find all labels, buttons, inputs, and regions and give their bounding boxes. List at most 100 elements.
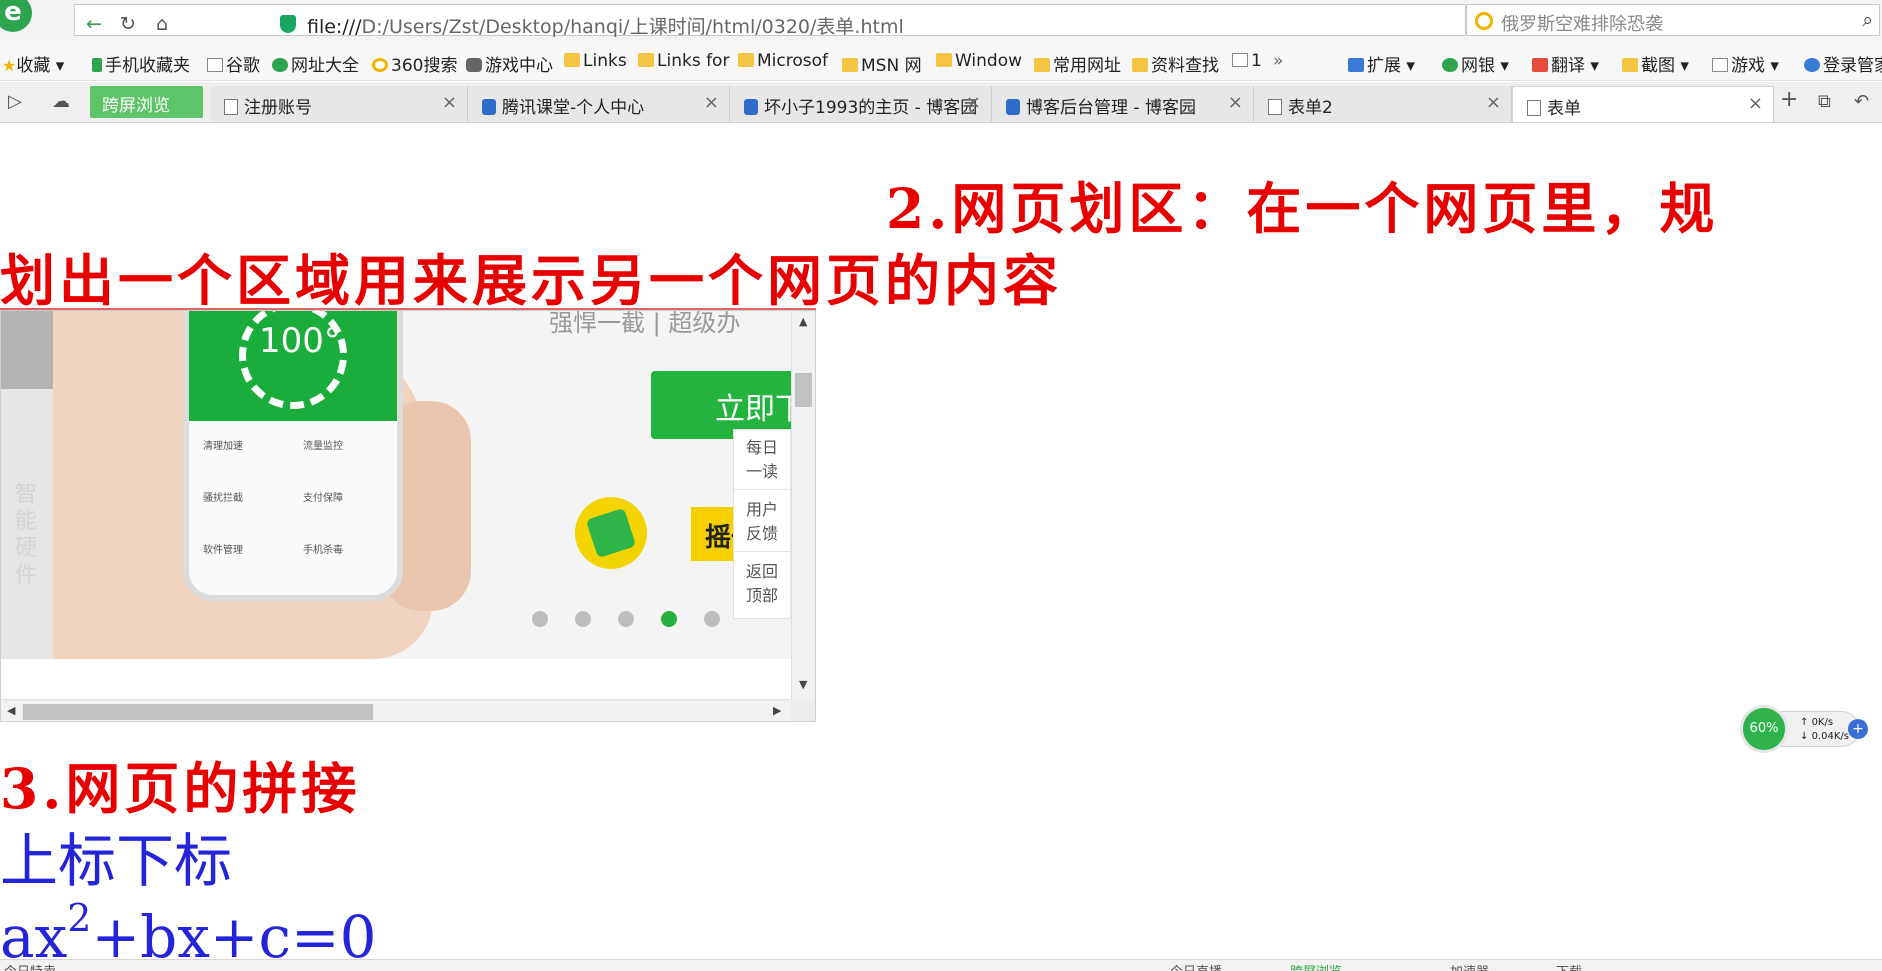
phone-mockup: 100° 清理加速 流量监控 骚扰拦截 支付保障 软件管理 手机杀毒 <box>183 311 403 601</box>
tab-strip: ▷ ☁ 跨屏浏览 注册账号 × 腾讯课堂-个人中心 × 坏小子1993的主页 - 博… <box>0 82 1882 123</box>
undo-close-icon[interactable]: ↶ <box>1854 91 1869 112</box>
bookmark-game-center[interactable]: 游戏中心 <box>466 51 553 76</box>
star-icon: ★ <box>2 56 17 75</box>
browser-logo-icon[interactable]: e <box>0 0 32 32</box>
tab-tencent-classroom[interactable]: 腾讯课堂-个人中心 × <box>468 86 730 122</box>
bookmark-games[interactable]: 游戏 ▾ <box>1712 51 1779 76</box>
bookmark-1[interactable]: 1 <box>1232 51 1262 71</box>
net-speed-widget[interactable]: 60% ↑ 0K/s ↓ 0.04K/s + <box>1740 705 1868 757</box>
close-icon[interactable]: × <box>966 92 981 113</box>
heading-splicing: 3.网页的拼接 <box>0 756 361 821</box>
status-live-link[interactable]: 今日直播 <box>1170 961 1222 971</box>
page-icon <box>1268 99 1282 115</box>
globe-icon <box>272 58 288 72</box>
restore-tabs-icon[interactable]: ⧉ <box>1818 91 1831 112</box>
cnblogs-icon <box>744 99 758 115</box>
promo-tagline: 强悍一截 | 超级办 <box>549 311 741 337</box>
bookmark-mobile[interactable]: 手机收藏夹 <box>92 51 190 76</box>
extension-icon <box>1348 58 1364 72</box>
folder-icon <box>638 53 654 67</box>
phone-feature-item: 支付保障 <box>303 493 343 504</box>
more-bookmarks-icon[interactable]: » <box>1273 51 1283 71</box>
vertical-scroll-thumb[interactable] <box>795 373 812 407</box>
home-icon[interactable]: ⌂ <box>149 11 175 37</box>
folder-icon <box>1132 58 1148 72</box>
status-accelerator-link[interactable]: 加速器 <box>1450 961 1489 971</box>
carousel-dot[interactable] <box>532 611 548 627</box>
carousel-dot[interactable] <box>618 611 634 627</box>
bookmarks-bar: ★收藏 ▾ 手机收藏夹 谷歌 网址大全 360搜索 游戏中心 Links Lin… <box>0 41 1882 81</box>
status-cross-screen-link[interactable]: 跨屏浏览 <box>1290 961 1342 971</box>
cnblogs-icon <box>1006 99 1020 115</box>
tab-form-active[interactable]: 表单 × <box>1512 86 1774 122</box>
translate-icon <box>1532 58 1548 72</box>
bookmark-resource-lookup[interactable]: 资料查找 <box>1132 51 1219 76</box>
new-tab-icon[interactable]: + <box>1780 87 1798 112</box>
shield-icon <box>280 15 296 33</box>
bookmark-links-for[interactable]: Links for <box>638 51 729 71</box>
user-feedback-link[interactable]: 用户反馈 <box>734 492 791 552</box>
vertical-scrollbar[interactable]: ▲ ▼ <box>791 311 815 699</box>
tab-cnblogs-admin[interactable]: 博客后台管理 - 博客园 × <box>992 86 1254 122</box>
back-arrow-icon[interactable]: ← <box>81 11 107 37</box>
memory-usage-badge[interactable]: 60% <box>1740 705 1788 753</box>
bookmark-360-search[interactable]: 360搜索 <box>372 51 457 76</box>
bookmark-extensions[interactable]: 扩展 ▾ <box>1348 51 1415 76</box>
close-icon[interactable]: × <box>704 92 719 113</box>
bookmark-msn[interactable]: MSN 网 <box>842 51 922 76</box>
close-icon[interactable]: × <box>442 92 457 113</box>
bookmark-microsoft[interactable]: Microsof <box>738 51 828 71</box>
today-sale-link[interactable]: 今日特卖 <box>4 961 56 971</box>
search-engine-logo-icon[interactable] <box>1475 12 1493 30</box>
carousel-dot[interactable] <box>575 611 591 627</box>
side-nav-label[interactable]: 智能硬件 <box>15 481 41 589</box>
bookmark-links[interactable]: Links <box>564 51 627 71</box>
scroll-down-icon[interactable]: ▼ <box>799 678 807 691</box>
bookmark-common-sites[interactable]: 常用网址 <box>1034 51 1121 76</box>
login-icon <box>1804 58 1820 72</box>
side-nav-active-block[interactable] <box>1 311 55 389</box>
url-text[interactable]: file:///D:/Users/Zst/Desktop/hanqi/上课时间/… <box>307 12 904 39</box>
page-icon <box>207 58 223 72</box>
carousel-dot[interactable] <box>704 611 720 627</box>
add-icon[interactable]: + <box>1848 719 1868 739</box>
close-icon[interactable]: × <box>1748 93 1763 114</box>
scroll-up-icon[interactable]: ▲ <box>799 315 807 328</box>
bookmark-translate[interactable]: 翻译 ▾ <box>1532 51 1599 76</box>
horizontal-scroll-thumb[interactable] <box>23 704 373 720</box>
gamepad-icon <box>466 58 482 72</box>
tab-form2[interactable]: 表单2 × <box>1254 86 1512 122</box>
bookmark-screenshot[interactable]: 截图 ▾ <box>1622 51 1689 76</box>
cloud-icon[interactable]: ☁ <box>52 91 70 112</box>
scroll-left-icon[interactable]: ◀ <box>7 704 15 717</box>
bookmark-favorites[interactable]: ★收藏 ▾ <box>2 51 64 76</box>
heading-partition-line1: 2.网页划区：在一个网页里，规 <box>886 176 1719 241</box>
tab-cnblogs-home[interactable]: 坏小子1993的主页 - 博客园 × <box>730 86 992 122</box>
scroll-right-icon[interactable]: ▶ <box>773 704 781 717</box>
refresh-icon[interactable]: ↻ <box>115 11 141 37</box>
address-bar[interactable]: ← ↻ ⌂ file:///D:/Users/Zst/Desktop/hanqi… <box>74 4 1530 39</box>
folder-icon <box>936 53 952 67</box>
close-icon[interactable]: × <box>1486 92 1501 113</box>
formula-base: ax <box>0 903 68 960</box>
bookmark-login-manager[interactable]: 登录管家 <box>1804 51 1882 76</box>
daily-read-link[interactable]: 每日一读 <box>734 430 791 490</box>
search-icon[interactable]: ⌕ <box>1862 9 1873 31</box>
heading-partition-line2: 划出一个区域用来展示另一个网页的内容 <box>0 248 1063 313</box>
cross-screen-browse-button[interactable]: 跨屏浏览 <box>90 86 203 118</box>
carousel-dot[interactable] <box>661 611 677 627</box>
bookmark-windows[interactable]: Window <box>936 51 1022 71</box>
status-download-link[interactable]: 下载 <box>1556 961 1582 971</box>
bookmark-url-directory[interactable]: 网址大全 <box>272 51 359 76</box>
phone-screen: 100° <box>189 311 397 421</box>
back-to-top-link[interactable]: 返回顶部 <box>734 554 791 614</box>
search-input[interactable]: 俄罗斯空难排除恐袭 ⌕ <box>1466 4 1880 36</box>
embedded-iframe[interactable]: 智能硬件 100° 清理加速 流量监控 骚扰拦截 支付保障 软件管理 手机杀毒 … <box>0 310 816 722</box>
tab-register-account[interactable]: 注册账号 × <box>210 86 468 122</box>
bookmark-google[interactable]: 谷歌 <box>207 51 260 76</box>
close-icon[interactable]: × <box>1228 92 1243 113</box>
sidebar-toggle-icon[interactable]: ▷ <box>8 91 22 112</box>
bank-icon <box>1442 58 1458 72</box>
bookmark-online-banking[interactable]: 网银 ▾ <box>1442 51 1509 76</box>
horizontal-scrollbar[interactable]: ◀ ▶ <box>1 699 791 721</box>
